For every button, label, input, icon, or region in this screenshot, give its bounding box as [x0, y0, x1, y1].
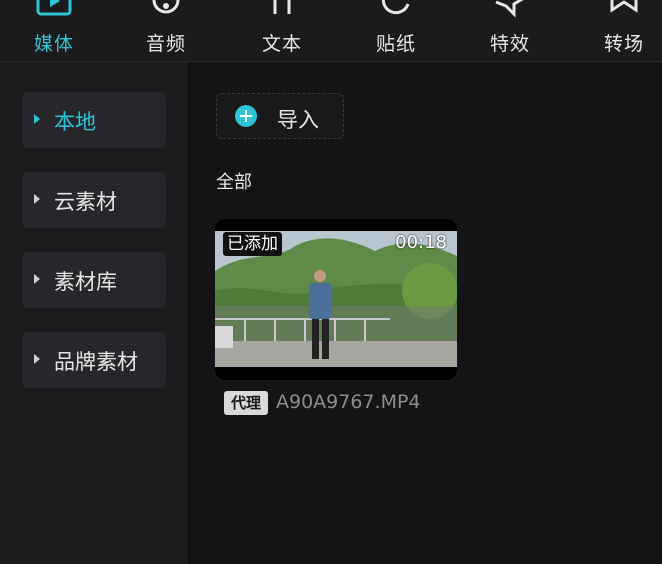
effects-icon [495, 0, 524, 18]
caret-right-icon [34, 274, 40, 284]
media-card[interactable]: 已添加 00:18 [215, 219, 457, 380]
sidebar-item-local[interactable]: 本地 [22, 92, 166, 148]
sticker-icon [381, 0, 410, 15]
tab-transition[interactable]: 转场 [584, 0, 662, 62]
section-title: 全部 [216, 172, 252, 193]
tab-sticker[interactable]: 贴纸 [356, 0, 436, 62]
caret-right-icon [34, 194, 40, 204]
audio-icon [152, 0, 180, 14]
sidebar: 本地 云素材 素材库 品牌素材 [0, 62, 190, 564]
sidebar-item-library[interactable]: 素材库 [22, 252, 166, 308]
import-button[interactable]: 导入 [216, 93, 344, 139]
tab-label: 媒体 [33, 33, 74, 55]
tab-label: 转场 [603, 33, 644, 55]
tab-effects[interactable]: 特效 [470, 0, 550, 62]
tab-audio[interactable]: 音频 [126, 0, 206, 62]
media-icon [36, 0, 72, 16]
tab-label: 特效 [489, 33, 530, 55]
tab-label: 音频 [145, 33, 186, 55]
top-toolbar: 媒体 音频 文本 贴纸 特效 转场 [0, 0, 662, 62]
sidebar-item-cloud[interactable]: 云素材 [22, 172, 166, 228]
text-icon [273, 0, 291, 14]
sidebar-item-brand[interactable]: 品牌素材 [22, 332, 166, 388]
plus-icon [235, 105, 257, 127]
import-label: 导入 [277, 108, 319, 132]
duration-label: 00:18 [395, 232, 447, 253]
transition-icon [610, 0, 638, 13]
tab-media[interactable]: 媒体 [14, 0, 94, 62]
sidebar-item-label: 品牌素材 [54, 350, 138, 374]
tab-label: 贴纸 [375, 33, 416, 55]
media-filename: A90A9767.MP4 [276, 391, 421, 413]
sidebar-item-label: 云素材 [54, 190, 117, 214]
caret-right-icon [34, 114, 40, 124]
tab-label: 文本 [261, 33, 302, 55]
tab-text[interactable]: 文本 [242, 0, 322, 62]
sidebar-item-label: 素材库 [54, 270, 117, 294]
sidebar-item-label: 本地 [54, 110, 96, 134]
added-badge: 已添加 [223, 232, 282, 256]
media-panel: 导入 全部 已添加 00:18 代理 A90A9767.MP4 [192, 62, 662, 564]
caret-right-icon [34, 354, 40, 364]
proxy-badge: 代理 [224, 391, 268, 415]
